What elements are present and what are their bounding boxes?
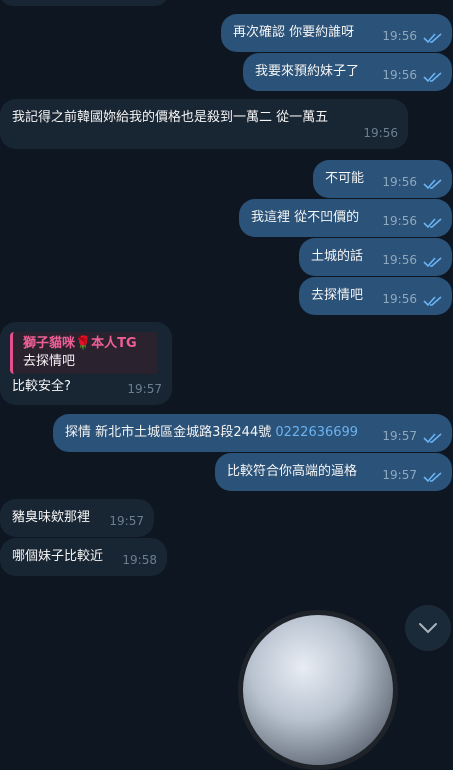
chevron-down-icon (419, 623, 437, 634)
double-check-icon (423, 218, 442, 229)
message-text: 再次確認 你要約誰呀 (233, 25, 355, 40)
message-text: 我記得之前韓國妳給我的價格也是殺到一萬二 從一萬五 (12, 110, 329, 125)
incoming-message[interactable]: 哪個妹子比較近 19:58 (0, 538, 167, 576)
outgoing-message[interactable]: 土城的話 19:56 (299, 238, 452, 276)
double-check-icon (423, 257, 442, 268)
double-check-icon (423, 296, 442, 307)
incoming-reply-message[interactable]: 獅子貓咪🌹本人TG 去探情吧 比較安全? 19:57 (0, 322, 172, 405)
outgoing-message[interactable]: 不可能 19:56 (313, 160, 452, 198)
message-time: 19:56 (382, 253, 417, 267)
quote-sender-name: 獅子貓咪🌹本人TG (23, 336, 137, 351)
incoming-message[interactable]: 豬臭味欸那裡 19:57 (0, 499, 154, 537)
message-text: 土城的話 (311, 249, 364, 264)
double-check-icon (423, 33, 442, 44)
chat-message-list[interactable]: 再次確認 你要約誰呀 19:56 我要來預約妹子了 19:56 我記得之前韓國妳… (0, 0, 453, 770)
message-text: 去探情吧 (311, 288, 364, 303)
message-text: 不可能 (325, 171, 365, 186)
message-time: 19:56 (382, 68, 417, 82)
message-text: 我這裡 從不凹價的 (251, 210, 360, 225)
double-check-icon (423, 179, 442, 190)
message-text: 比較符合你高端的逼格 (227, 464, 358, 479)
double-check-icon (423, 433, 442, 444)
reply-quote[interactable]: 獅子貓咪🌹本人TG 去探情吧 (10, 332, 158, 374)
message-time: 19:56 (382, 292, 417, 306)
message-time: 19:57 (109, 514, 144, 528)
outgoing-message[interactable]: 探情 新北市土城區金城路3段244號 0222636699 19:57 (53, 414, 452, 452)
outgoing-message[interactable]: 再次確認 你要約誰呀 19:56 (221, 14, 452, 52)
message-time: 19:57 (382, 468, 417, 482)
double-check-icon (423, 472, 442, 483)
message-time: 19:57 (382, 429, 417, 443)
outgoing-message[interactable]: 去探情吧 19:56 (299, 277, 452, 315)
message-text: 哪個妹子比較近 (12, 549, 104, 564)
message-time: 19:58 (122, 553, 157, 567)
outgoing-message[interactable]: 我這裡 從不凹價的 19:56 (239, 199, 452, 237)
message-text: 比較安全? (12, 379, 71, 394)
phone-link[interactable]: 0222636699 (275, 425, 358, 440)
incoming-message[interactable]: 我記得之前韓國妳給我的價格也是殺到一萬二 從一萬五 19:56 (0, 99, 408, 149)
message-time: 19:57 (127, 382, 162, 396)
previous-message-bubble (0, 0, 168, 6)
double-check-icon (423, 72, 442, 83)
scroll-to-bottom-button[interactable] (405, 605, 451, 651)
message-text: 探情 新北市土城區金城路3段244號 0222636699 (65, 425, 359, 440)
sticker-preview (238, 610, 398, 770)
message-time: 19:56 (363, 126, 398, 140)
message-time: 19:56 (382, 214, 417, 228)
quote-text: 去探情吧 (23, 354, 76, 369)
message-time: 19:56 (382, 29, 417, 43)
message-text: 豬臭味欸那裡 (12, 510, 91, 525)
message-time: 19:56 (382, 175, 417, 189)
message-text: 我要來預約妹子了 (255, 64, 360, 79)
outgoing-message[interactable]: 我要來預約妹子了 19:56 (243, 53, 452, 91)
outgoing-message[interactable]: 比較符合你高端的逼格 19:57 (215, 453, 452, 491)
